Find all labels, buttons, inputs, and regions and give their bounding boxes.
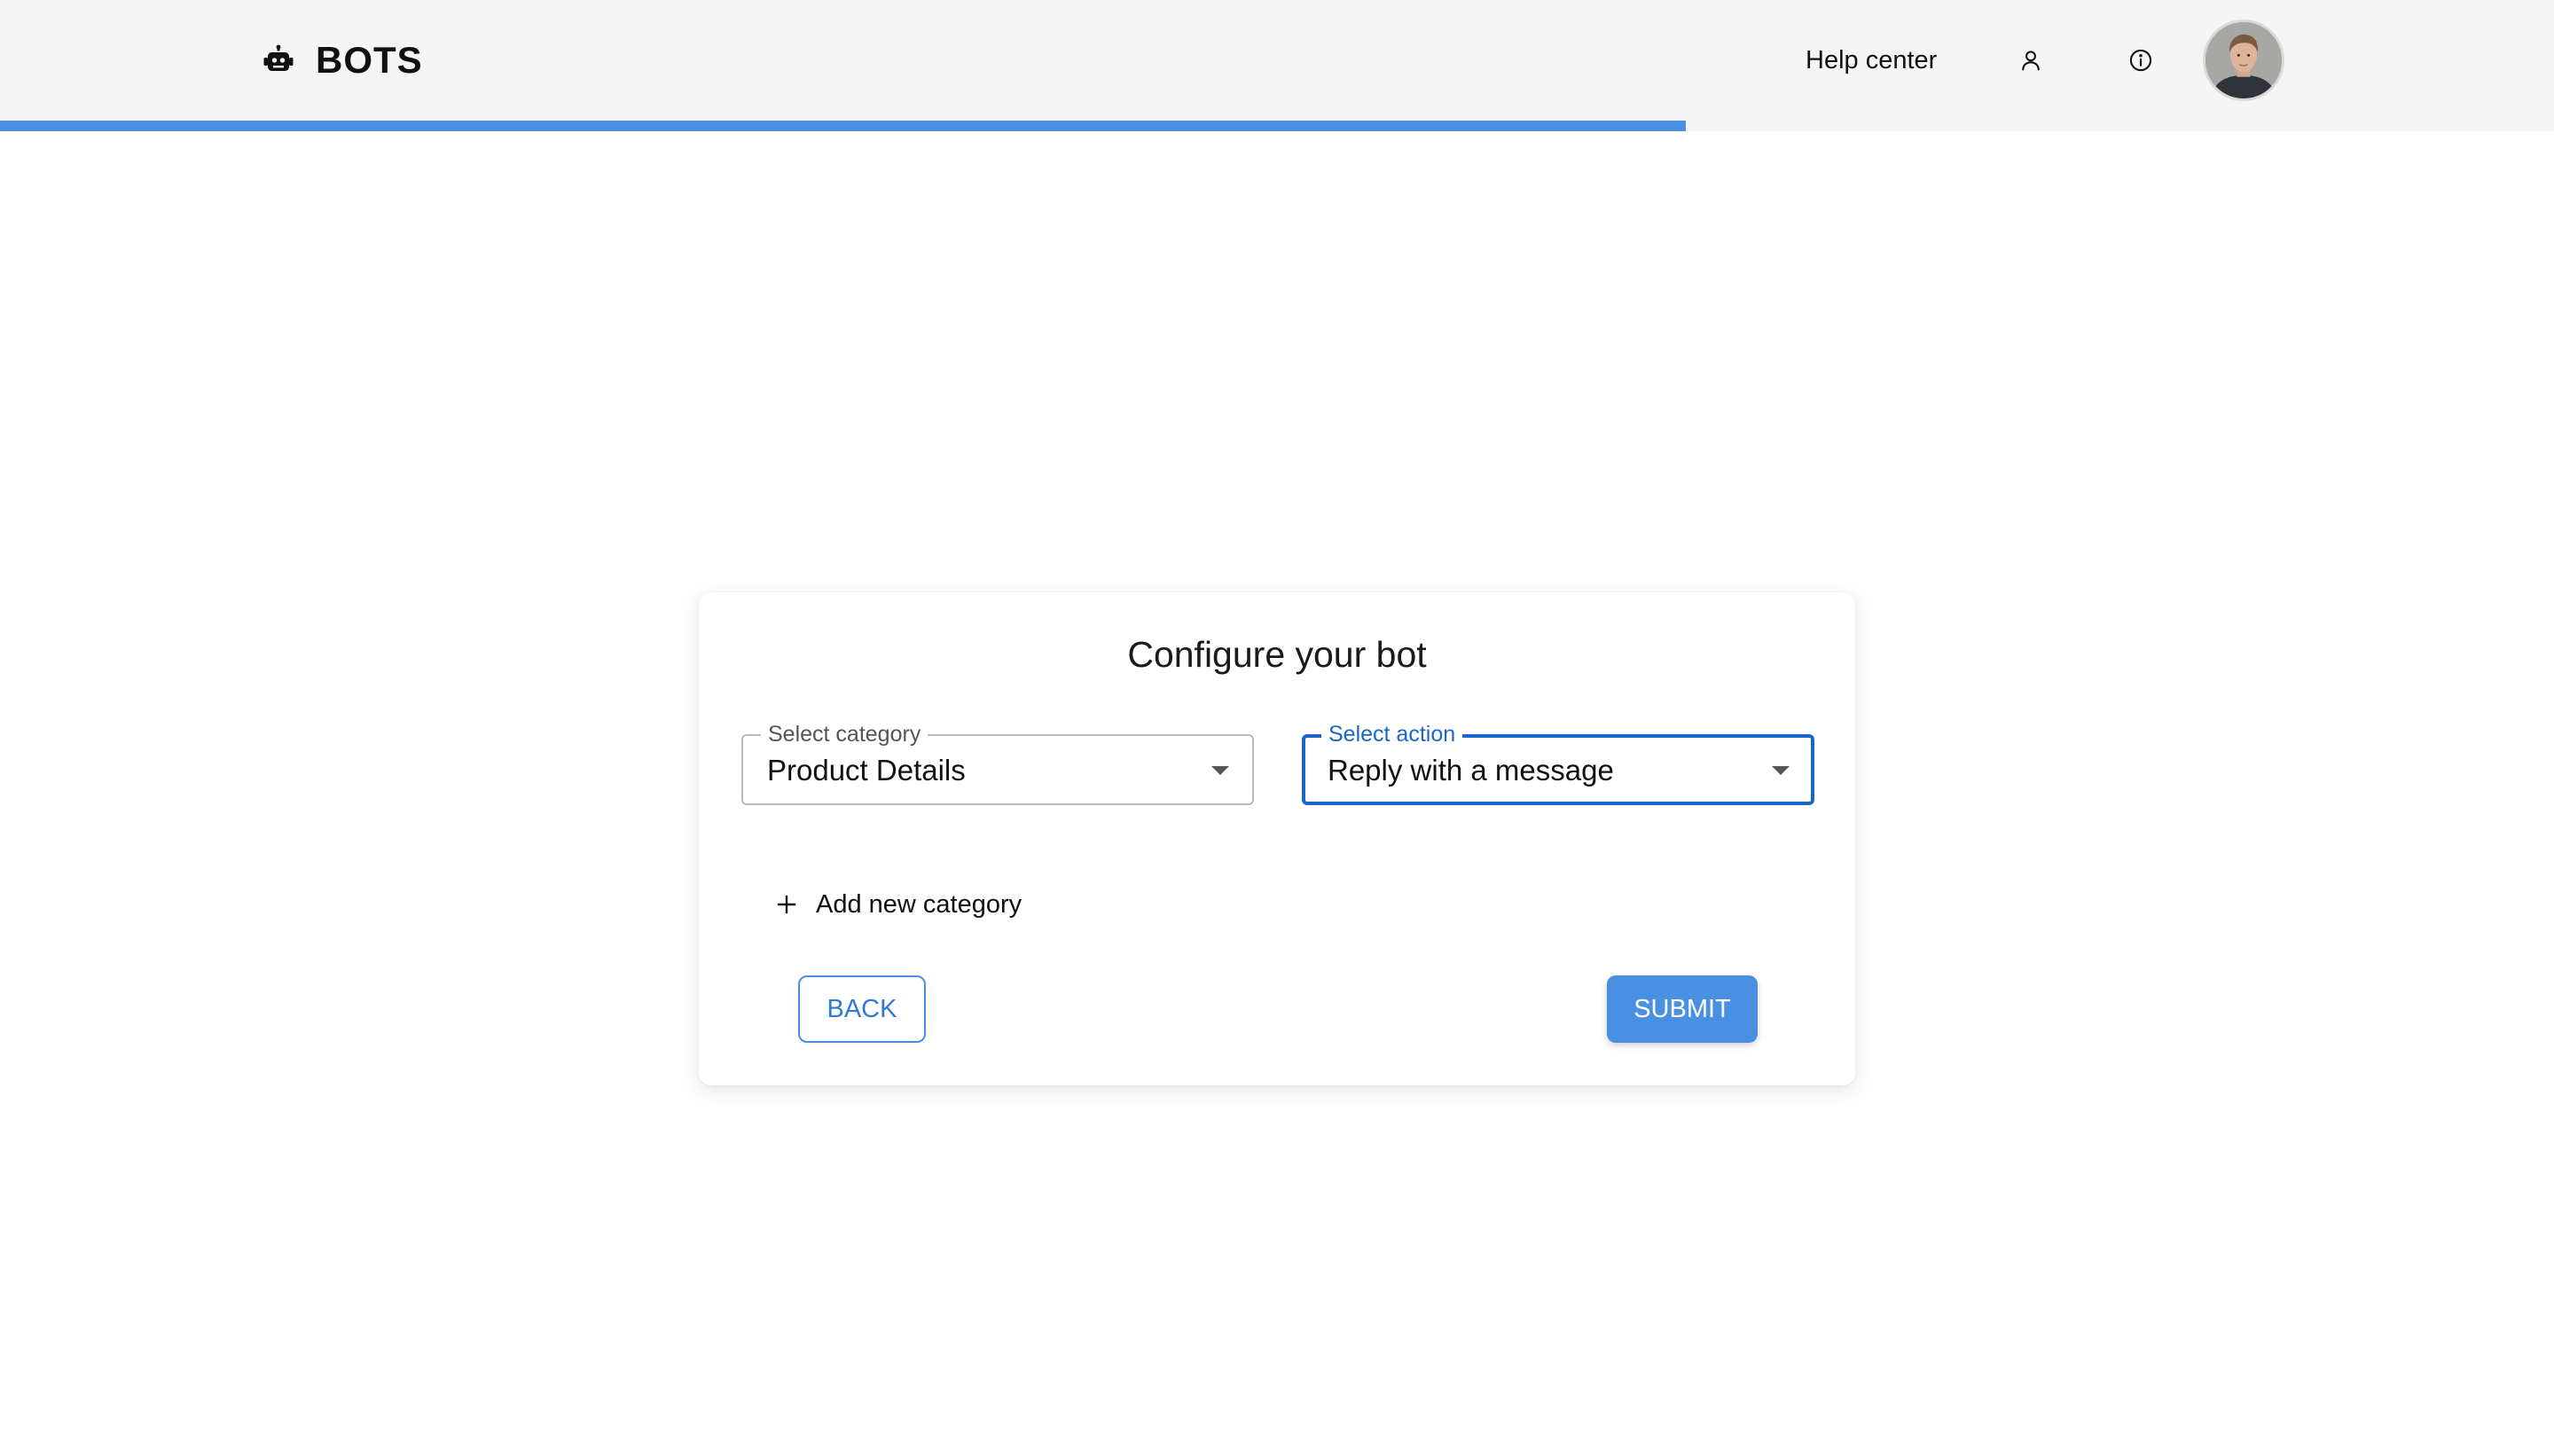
user-button[interactable] <box>2010 39 2052 82</box>
action-select[interactable]: Select action Reply with a message <box>1302 722 1814 805</box>
configure-bot-card: Configure your bot Select category Produ… <box>699 592 1855 1085</box>
action-select-label: Select action <box>1321 722 1463 747</box>
brand-name: BOTS <box>316 39 423 81</box>
category-select-label: Select category <box>761 722 928 747</box>
submit-button[interactable]: SUBMIT <box>1607 975 1758 1043</box>
add-new-category-button[interactable]: Add new category <box>777 883 1022 926</box>
info-icon <box>2129 49 2152 72</box>
dropdown-arrow-icon <box>1772 766 1790 775</box>
add-new-category-label: Add new category <box>816 889 1022 919</box>
category-select[interactable]: Select category Product Details <box>741 722 1254 805</box>
plus-icon <box>777 895 796 914</box>
user-icon <box>2022 51 2040 71</box>
progress-bar <box>0 121 2554 131</box>
category-select-value: Product Details <box>767 754 966 787</box>
action-select-value: Reply with a message <box>1328 754 1614 787</box>
brand[interactable]: BOTS <box>262 34 423 87</box>
card-title: Configure your bot <box>1127 634 1427 675</box>
back-button[interactable]: BACK <box>798 975 926 1043</box>
robot-icon <box>263 44 294 71</box>
user-avatar[interactable] <box>2203 20 2284 101</box>
dropdown-arrow-icon <box>1211 766 1229 775</box>
progress-bar-fill <box>0 121 1686 131</box>
avatar-image <box>2205 22 2282 98</box>
app-header: BOTS Help center <box>0 0 2554 121</box>
help-center-link[interactable]: Help center <box>1806 43 1937 78</box>
info-button[interactable] <box>2119 39 2162 82</box>
